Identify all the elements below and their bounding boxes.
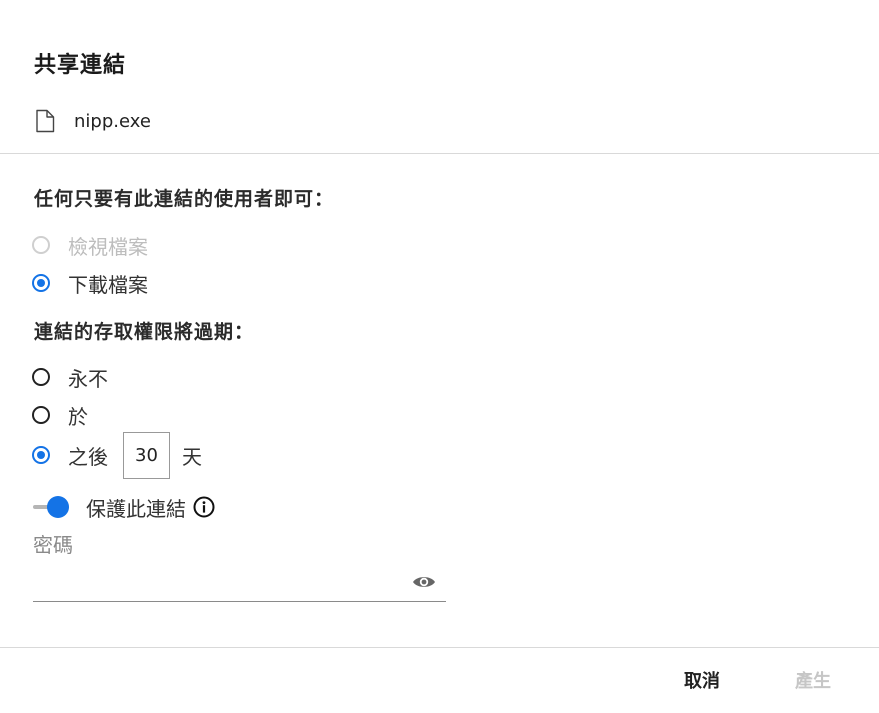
- days-input[interactable]: 30: [123, 431, 170, 479]
- password-label: 密碼: [33, 533, 73, 557]
- radio-after-days-circle[interactable]: [32, 446, 50, 464]
- permissions-heading: 任何只要有此連結的使用者即可：: [34, 188, 335, 210]
- radio-download-files-circle[interactable]: [32, 274, 50, 292]
- create-button[interactable]: 產生: [795, 667, 831, 693]
- radio-on-date-label: 於: [68, 404, 88, 429]
- radio-on-date[interactable]: 於: [32, 401, 88, 429]
- file-row: nipp.exe: [34, 108, 151, 134]
- radio-view-files-label: 檢視檔案: [68, 234, 148, 259]
- toggle-knob[interactable]: [47, 496, 69, 518]
- radio-download-files-label: 下載檔案: [68, 272, 148, 297]
- radio-never-label: 永不: [68, 366, 108, 391]
- radio-download-files[interactable]: 下載檔案: [32, 269, 148, 297]
- dialog-title: 共享連結: [34, 53, 127, 78]
- file-name: nipp.exe: [74, 110, 151, 132]
- radio-on-date-circle[interactable]: [32, 406, 50, 424]
- radio-after-days[interactable]: 之後 30 天: [32, 431, 202, 479]
- password-field[interactable]: [33, 565, 446, 602]
- eye-icon[interactable]: [412, 574, 436, 590]
- radio-never-circle[interactable]: [32, 368, 50, 386]
- footer-divider: [0, 647, 879, 648]
- header-divider: [0, 153, 879, 154]
- file-icon: [36, 109, 55, 133]
- radio-view-files[interactable]: 檢視檔案: [32, 231, 148, 259]
- expiration-heading: 連結的存取權限將過期：: [34, 321, 255, 343]
- share-link-dialog: 共享連結 nipp.exe 任何只要有此連結的使用者即可： 檢視檔案 下載檔案 …: [0, 0, 879, 713]
- protect-link-row: 保護此連結: [33, 493, 215, 521]
- protect-link-toggle[interactable]: [33, 495, 69, 519]
- radio-view-files-circle[interactable]: [32, 236, 50, 254]
- protect-link-label: 保護此連結: [86, 496, 186, 521]
- cancel-button[interactable]: 取消: [684, 667, 720, 693]
- radio-never[interactable]: 永不: [32, 363, 108, 391]
- radio-after-days-label: 之後: [68, 444, 108, 469]
- days-unit-label: 天: [182, 444, 202, 469]
- info-icon[interactable]: [193, 496, 215, 518]
- password-input[interactable]: [33, 569, 407, 599]
